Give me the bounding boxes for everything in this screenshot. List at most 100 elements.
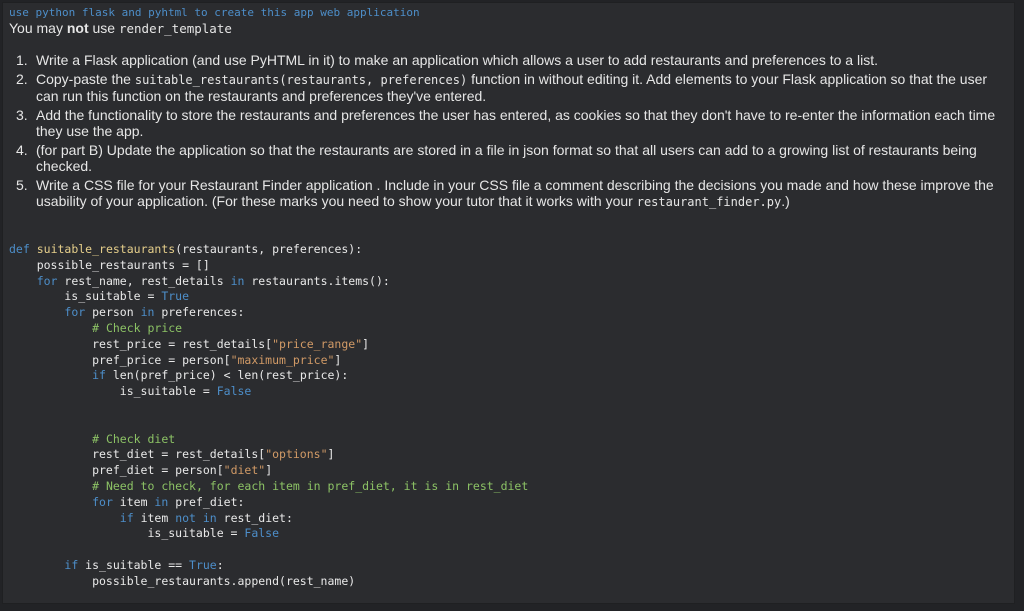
code-token: False xyxy=(244,526,280,541)
code-token: False xyxy=(216,384,252,399)
code-token: ] xyxy=(265,463,273,478)
task-code: restaurant_finder.py xyxy=(636,195,782,209)
code-line: is_suitable = True xyxy=(9,289,189,303)
assignment-panel: use python flask and pyhtml to create th… xyxy=(2,2,1015,604)
code-token: True xyxy=(161,289,190,304)
code-line: if item not in rest_diet: xyxy=(9,511,293,525)
code-token: restaurants.items(): xyxy=(244,273,390,288)
task-item: 4. (for part B) Update the application so… xyxy=(3,142,1014,175)
code-block: def suitable_restaurants(restaurants, pr… xyxy=(9,242,528,603)
restriction-code: render_template xyxy=(118,21,232,36)
code-token: possible_restaurants = [] xyxy=(9,257,210,272)
code-token: # Check price xyxy=(92,320,183,335)
code-line: # Need to check, for each item in pref_d… xyxy=(9,479,528,493)
task-text: Add the functionality to store the resta… xyxy=(36,106,996,140)
code-line: # Check diet xyxy=(9,432,175,446)
code-line: pref_price = person["maximum_price"] xyxy=(9,353,341,367)
code-token: in xyxy=(140,305,155,320)
task-item: 1. Write a Flask application (and use PyH… xyxy=(3,52,1014,69)
task-number: 1. xyxy=(16,52,28,68)
code-line: possible_restaurants.append(rest_name) xyxy=(9,574,355,588)
task-text-before: Copy-paste the xyxy=(36,70,135,87)
code-token: possible_restaurants.append(rest_name) xyxy=(9,573,356,588)
code-token: in xyxy=(230,273,245,288)
restriction-emphasis: not xyxy=(66,20,89,36)
task-text-after: .) xyxy=(781,193,790,209)
code-token: "price_range" xyxy=(272,336,363,351)
code-token: def xyxy=(9,242,30,256)
code-token: is_suitable = xyxy=(9,289,162,304)
code-token: preferences: xyxy=(154,305,245,320)
code-line: if is_suitable == True: xyxy=(9,557,224,572)
task-number: 5. xyxy=(16,176,28,193)
task-text-before: Write a CSS file for your Restaurant Fin… xyxy=(36,176,994,210)
task-text: (for part B) Update the application so t… xyxy=(36,141,977,175)
code-line: possible_restaurants = [] xyxy=(9,258,210,272)
code-token: pref_diet: xyxy=(168,494,245,509)
code-line: rest_price = rest_details["price_range"] xyxy=(9,337,369,351)
code-token: item xyxy=(133,510,176,525)
task-number: 2. xyxy=(16,70,28,87)
code-line: # Check price xyxy=(9,321,182,335)
code-token: rest_name, rest_details xyxy=(57,273,231,288)
code-token: for xyxy=(36,273,58,288)
code-token: if xyxy=(119,510,134,525)
code-token: pref_diet = person[ xyxy=(9,463,224,478)
code-line: pref_diet = person["diet"] xyxy=(9,463,272,477)
code-token: is_suitable = xyxy=(9,384,217,399)
task-item: 5. Write a CSS file for your Restaurant F… xyxy=(3,177,1014,211)
code-token: # Check diet xyxy=(92,431,176,446)
code-line: is_suitable = False xyxy=(9,526,279,540)
code-token: "maximum_price" xyxy=(230,352,335,367)
task-number: 3. xyxy=(16,106,28,123)
code-token: suitable_restaurants xyxy=(36,242,176,256)
code-token: : xyxy=(216,557,224,572)
code-line: is_suitable = False xyxy=(9,384,252,399)
code-token: ] xyxy=(334,352,342,367)
code-token: is_suitable == xyxy=(78,557,190,572)
code-line: for person in preferences: xyxy=(9,305,244,319)
code-token: rest_diet = rest_details[ xyxy=(9,447,266,462)
code-line: for rest_name, rest_details in restauran… xyxy=(9,274,390,288)
prompt-text: use python flask and pyhtml to create th… xyxy=(9,6,420,19)
code-token: in xyxy=(154,494,169,509)
code-token: len(pref_price) < len(rest_price): xyxy=(105,368,349,383)
code-line: def suitable_restaurants(restaurants, pr… xyxy=(9,242,362,256)
task-item: 2. Copy-paste the suitable_restaurants(re… xyxy=(3,71,1014,105)
code-token: person xyxy=(85,305,141,320)
code-line: for item in pref_diet: xyxy=(9,495,244,509)
task-number: 4. xyxy=(16,141,28,158)
code-token: "options" xyxy=(265,447,328,462)
code-token: for xyxy=(64,305,86,320)
code-token: (restaurants, preferences): xyxy=(175,242,363,256)
code-token: rest_price = rest_details[ xyxy=(9,336,273,351)
code-token: "diet" xyxy=(223,463,266,478)
restriction-middle: use xyxy=(88,20,119,36)
task-code: suitable_restaurants(restaurants, prefer… xyxy=(134,72,468,87)
code-line: if len(pref_price) < len(rest_price): xyxy=(9,368,348,382)
code-token: True xyxy=(189,557,217,572)
code-token: for xyxy=(92,494,113,509)
task-text: Write a Flask application (and use PyHTM… xyxy=(36,52,878,68)
code-token: item xyxy=(112,494,155,509)
code-line: rest_diet = rest_details["options"] xyxy=(9,447,334,461)
code-token: ] xyxy=(327,447,335,462)
task-list: 1. Write a Flask application (and use PyH… xyxy=(3,52,1014,213)
code-token: rest_diet: xyxy=(216,510,293,525)
code-token: is_suitable = xyxy=(9,526,245,541)
code-token: ] xyxy=(362,336,370,351)
code-token: if xyxy=(92,368,106,383)
restriction-note: You may not use render_template xyxy=(9,20,232,36)
code-token: if xyxy=(64,557,79,572)
task-item: 3. Add the functionality to store the res… xyxy=(3,107,1014,140)
restriction-prefix: You may xyxy=(9,20,67,36)
